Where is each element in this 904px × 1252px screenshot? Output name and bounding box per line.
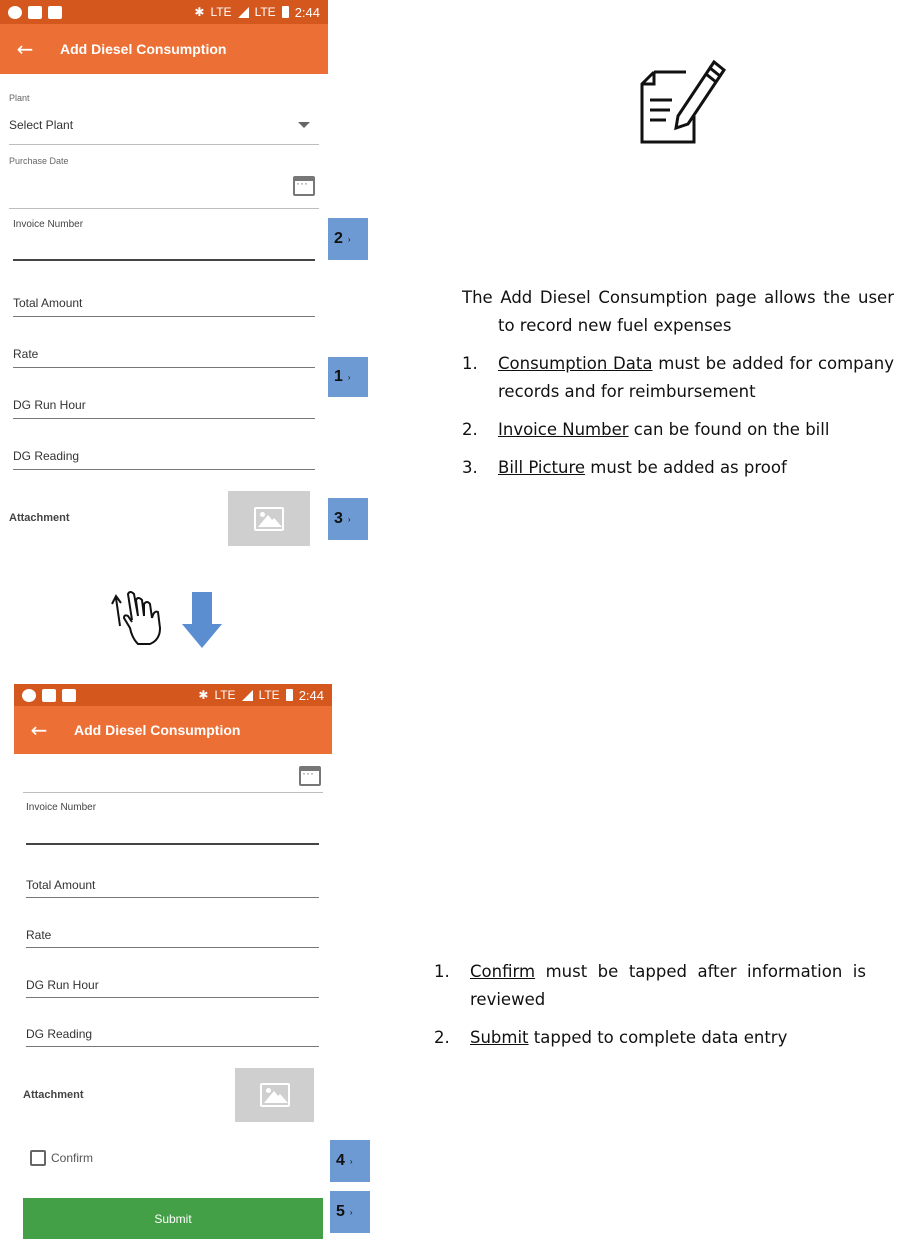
invoice-number-input[interactable] [26,843,319,845]
network-label-2: LTE [258,688,280,702]
list-link: Invoice Number [498,420,629,440]
list-text: tapped to complete data entry [528,1028,788,1048]
spotify-icon [22,688,36,702]
signal-icon [241,689,253,701]
status-time: 2:44 [294,4,320,20]
list-item: 2. Submit tapped to complete data entry [434,1024,866,1052]
divider [23,792,323,793]
rate-field[interactable]: Rate [26,928,51,942]
dg-run-hour-field[interactable]: DG Run Hour [26,978,99,992]
network-label: LTE [214,688,236,702]
image-icon [254,506,284,531]
rate-field[interactable]: Rate [13,347,38,361]
arrow-left-icon[interactable]: ← [0,37,50,61]
list-text: can be found on the bill [628,420,830,440]
app-bar: ← Add Diesel Consumption [14,706,332,754]
network-label-2: LTE [254,5,276,19]
purchase-date-label: Purchase Date [9,156,69,166]
callout-badge-4: 4 › [330,1140,370,1182]
list-link: Confirm [470,962,536,981]
dg-reading-field[interactable]: DG Reading [26,1027,92,1041]
divider [26,897,319,898]
list-item: 1. Consumption Data must be added for com… [462,350,894,406]
list-number: 3. [462,458,478,478]
list-link: Bill Picture [498,458,586,478]
calendar-icon[interactable] [293,176,315,196]
divider [13,316,315,317]
page-title: Add Diesel Consumption [60,41,227,57]
divider [9,208,319,209]
divider [13,367,315,368]
edit-document-icon [640,59,727,144]
badge-number: 2 [334,230,343,247]
callout-badge-3: 3 › [328,498,368,540]
dg-run-hour-field[interactable]: DG Run Hour [13,398,86,412]
divider [26,997,319,998]
status-bar: ✱ LTE LTE 2:44 [14,684,332,706]
gallery-icon [42,688,56,702]
phone-icon [62,688,76,702]
plant-label: Plant [9,93,30,103]
signal-icon [237,6,249,18]
image-icon [259,1083,290,1107]
attachment-label: Attachment [23,1089,84,1101]
confirm-label: Confirm [51,1151,94,1165]
total-amount-field[interactable]: Total Amount [26,878,95,892]
divider [26,1046,319,1047]
invoice-number-input[interactable] [13,259,315,261]
list-item: 3. Bill Picture must be added as proof [462,454,894,482]
callout-badge-5: 5 › [330,1191,370,1233]
submit-button[interactable]: Submit [23,1198,323,1239]
divider [13,418,315,419]
battery-icon [285,689,293,701]
badge-number: 5 [336,1203,345,1220]
attachment-button[interactable] [228,491,310,546]
callout-badge-1: 1 › [328,357,368,397]
status-bar: ✱ LTE LTE 2:44 [0,0,328,24]
badge-number: 4 [336,1152,345,1169]
calendar-icon[interactable] [299,766,321,786]
plant-select[interactable]: Select Plant [9,118,73,132]
list-link: Consumption Data [498,354,653,374]
app-bar: ← Add Diesel Consumption [0,24,328,74]
phone-screen-bottom: ✱ LTE LTE 2:44 ← Add Diesel Consumption … [14,684,332,1244]
badge-number: 1 [334,368,343,385]
chevron-down-icon[interactable] [298,122,310,128]
badge-number: 3 [334,510,343,527]
phone-icon [48,5,62,19]
list-number: 1. [462,354,478,374]
attachment-label: Attachment [9,512,70,524]
invoice-number-label: Invoice Number [26,802,97,813]
divider [13,469,315,470]
list-number: 2. [462,420,478,440]
invoice-number-label: Invoice Number [13,219,84,230]
total-amount-field[interactable]: Total Amount [13,296,82,310]
gallery-icon [28,5,42,19]
bluetooth-icon: ✱ [194,5,205,19]
network-label: LTE [210,5,232,19]
list-number: 1. [434,962,450,981]
bluetooth-icon: ✱ [198,688,209,702]
list-number: 2. [434,1028,450,1048]
scroll-down-gesture-icon [111,591,222,648]
list-item: 1. Confirm must be tapped after informati… [434,958,866,1014]
intro-text: The Add Diesel Consumption page allows t… [462,288,894,336]
battery-icon [281,6,289,18]
attachment-button[interactable] [235,1068,314,1122]
description-block-1: The Add Diesel Consumption page allows t… [462,284,894,482]
phone-screen-top: ✱ LTE LTE 2:44 ← Add Diesel Consumption … [0,0,328,560]
spotify-icon [8,5,22,19]
description-block-2: 1. Confirm must be tapped after informati… [434,948,866,1052]
arrow-left-icon[interactable]: ← [14,718,64,742]
list-text: must be added as proof [585,458,787,478]
list-link: Submit [470,1028,529,1048]
list-item: 2. Invoice Number can be found on the bil… [462,416,894,444]
divider [9,144,319,145]
divider [26,947,319,948]
confirm-checkbox[interactable] [30,1150,46,1166]
status-time: 2:44 [298,687,324,703]
dg-reading-field[interactable]: DG Reading [13,449,79,463]
page-title: Add Diesel Consumption [74,722,241,738]
callout-badge-2: 2 › [328,218,368,260]
